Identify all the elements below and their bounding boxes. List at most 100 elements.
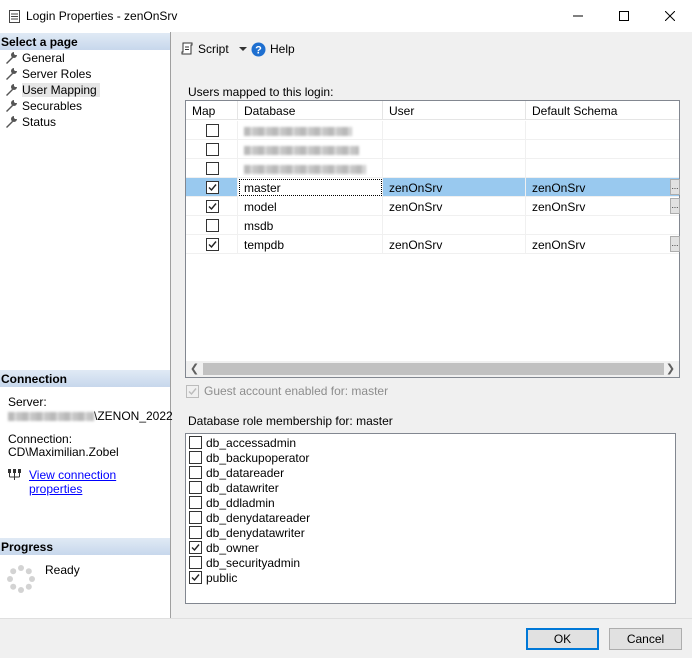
role-checkbox[interactable] — [189, 496, 202, 509]
default-schema-cell[interactable]: zenOnSrv — [526, 197, 679, 216]
wrench-icon — [6, 116, 17, 128]
checkmark-icon — [191, 574, 200, 582]
database-cell[interactable]: msdb — [238, 216, 383, 235]
grid-row[interactable] — [186, 140, 679, 159]
user-cell[interactable]: zenOnSrv — [383, 197, 526, 216]
map-checkbox[interactable] — [206, 143, 219, 156]
role-item[interactable]: db_denydatareader — [189, 510, 310, 525]
role-checkbox[interactable] — [189, 571, 202, 584]
role-checkbox[interactable] — [189, 451, 202, 464]
maximize-icon — [619, 11, 629, 21]
map-cell — [186, 235, 238, 254]
browse-schema-button[interactable]: ... — [670, 236, 680, 252]
users-mapped-grid[interactable]: Map Database User Default Schema master z… — [185, 100, 680, 378]
user-cell[interactable] — [383, 216, 526, 235]
col-user-header[interactable]: User — [383, 101, 526, 120]
grid-row[interactable] — [186, 159, 679, 178]
default-schema-cell[interactable] — [526, 216, 679, 235]
role-checkbox[interactable] — [189, 526, 202, 539]
map-cell — [186, 216, 238, 235]
role-item[interactable]: db_backupoperator — [189, 450, 309, 465]
role-item[interactable]: db_ddladmin — [189, 495, 275, 510]
guest-account-label: Guest account enabled for: master — [204, 384, 389, 398]
role-label: db_datawriter — [206, 480, 279, 495]
grid-row[interactable]: master zenOnSrv zenOnSrv... — [186, 178, 680, 197]
database-cell[interactable]: model — [238, 197, 383, 216]
user-cell[interactable]: zenOnSrv — [383, 235, 526, 254]
scroll-left-arrow-icon[interactable]: ❮ — [186, 361, 203, 377]
role-item[interactable]: db_accessadmin — [189, 435, 296, 450]
role-checkbox[interactable] — [189, 541, 202, 554]
role-item[interactable]: db_owner — [189, 540, 259, 555]
user-cell[interactable] — [383, 140, 526, 159]
title-bar: Login Properties - zenOnSrv — [0, 0, 692, 32]
map-cell — [186, 121, 238, 140]
cancel-button[interactable]: Cancel — [609, 628, 682, 650]
role-checkbox[interactable] — [189, 466, 202, 479]
ok-button[interactable]: OK — [526, 628, 599, 650]
scrollbar-thumb[interactable] — [203, 363, 664, 375]
map-checkbox[interactable] — [206, 181, 219, 194]
col-default-schema-header[interactable]: Default Schema — [526, 101, 679, 120]
database-cell[interactable] — [238, 159, 383, 178]
scroll-right-arrow-icon[interactable]: ❯ — [662, 361, 679, 377]
role-checkbox[interactable] — [189, 481, 202, 494]
help-button[interactable]: ? Help — [251, 40, 295, 58]
page-server-roles[interactable]: Server Roles — [4, 66, 91, 82]
page-status[interactable]: Status — [4, 114, 56, 130]
col-map-header[interactable]: Map — [186, 101, 238, 120]
map-checkbox[interactable] — [206, 200, 219, 213]
grid-row[interactable]: msdb — [186, 216, 679, 235]
database-cell[interactable] — [238, 121, 383, 140]
progress-spinner-icon — [7, 565, 35, 593]
wrench-icon — [6, 68, 17, 80]
role-item[interactable]: public — [189, 570, 237, 585]
database-cell[interactable] — [238, 140, 383, 159]
maximize-button[interactable] — [601, 0, 647, 32]
role-item[interactable]: db_datareader — [189, 465, 284, 480]
database-cell[interactable]: master — [238, 178, 383, 197]
user-cell[interactable] — [383, 121, 526, 140]
role-label: db_denydatareader — [206, 510, 311, 525]
user-cell[interactable]: zenOnSrv — [383, 178, 526, 197]
default-schema-cell[interactable] — [526, 121, 679, 140]
script-button[interactable]: Script — [180, 40, 247, 58]
role-checkbox[interactable] — [189, 436, 202, 449]
server-label: Server: — [8, 395, 47, 409]
window-title: Login Properties - zenOnSrv — [26, 9, 178, 23]
browse-schema-button[interactable]: ... — [670, 179, 680, 195]
role-item[interactable]: db_datawriter — [189, 480, 279, 495]
guest-account-checkbox: Guest account enabled for: master — [186, 384, 388, 398]
default-schema-cell[interactable] — [526, 159, 679, 178]
role-checkbox[interactable] — [189, 556, 202, 569]
default-schema-cell[interactable]: zenOnSrv — [526, 178, 679, 197]
svg-text:?: ? — [255, 44, 262, 56]
user-cell[interactable] — [383, 159, 526, 178]
grid-row[interactable]: tempdb zenOnSrv zenOnSrv... — [186, 235, 680, 254]
view-connection-properties-link[interactable]: View connection properties — [29, 468, 170, 496]
page-general[interactable]: General — [4, 50, 65, 66]
col-database-header[interactable]: Database — [238, 101, 383, 120]
chevron-down-icon[interactable] — [238, 46, 247, 52]
grid-row[interactable]: model zenOnSrv zenOnSrv... — [186, 197, 680, 216]
role-item[interactable]: db_denydatawriter — [189, 525, 305, 540]
browse-schema-button[interactable]: ... — [670, 198, 680, 214]
map-checkbox[interactable] — [206, 219, 219, 232]
database-cell[interactable]: tempdb — [238, 235, 383, 254]
map-checkbox[interactable] — [206, 124, 219, 137]
map-checkbox[interactable] — [206, 238, 219, 251]
role-checkbox[interactable] — [189, 511, 202, 524]
page-securables[interactable]: Securables — [4, 98, 82, 114]
default-schema-cell[interactable]: zenOnSrv — [526, 235, 679, 254]
default-schema-cell[interactable] — [526, 140, 679, 159]
horizontal-scrollbar[interactable]: ❮ ❯ — [186, 361, 679, 377]
grid-row[interactable] — [186, 121, 679, 140]
map-checkbox[interactable] — [206, 162, 219, 175]
role-item[interactable]: db_securityadmin — [189, 555, 300, 570]
close-button[interactable] — [647, 0, 692, 32]
minimize-button[interactable] — [555, 0, 601, 32]
guest-checkbox-box — [186, 384, 199, 398]
page-user-mapping[interactable]: User Mapping — [4, 82, 100, 98]
role-label: db_owner — [206, 540, 259, 555]
role-label: db_accessadmin — [206, 435, 297, 450]
